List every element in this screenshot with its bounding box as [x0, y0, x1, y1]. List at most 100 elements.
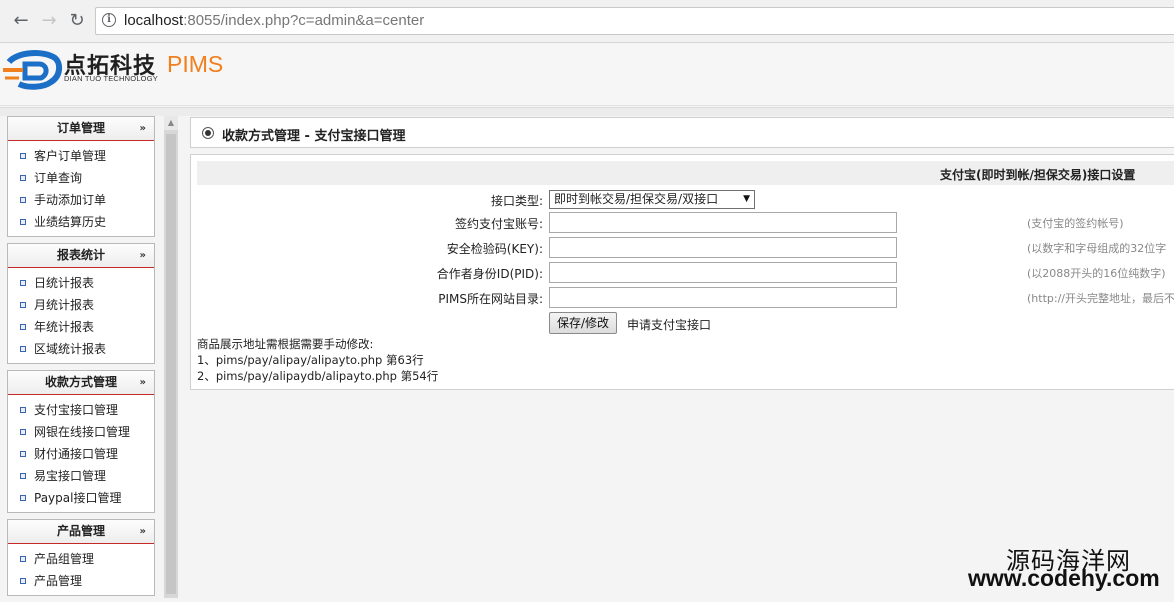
menu-title-payment[interactable]: 收款方式管理 »: [8, 371, 154, 395]
menu-group-payment: 收款方式管理 » 支付宝接口管理 网银在线接口管理 财付通接口管理 易宝接口管理…: [7, 370, 155, 513]
form-row-actions: 保存/修改 申请支付宝接口: [191, 312, 1174, 334]
bullet-icon: [20, 302, 26, 308]
site-dir-hint: (http://开头完整地址，最后不: [1027, 292, 1174, 305]
note-line: 商品展示地址需根据需要手动修改:: [197, 337, 374, 351]
logo-text-en: DIAN TUO TECHNOLOGY: [64, 74, 158, 83]
bullet-icon: [20, 429, 26, 435]
menu-item-label: Paypal接口管理: [34, 491, 122, 505]
note-line: 1、pims/pay/alipay/alipayto.php 第63行: [197, 353, 424, 367]
pid-input[interactable]: [549, 262, 897, 283]
bullet-icon: [20, 346, 26, 352]
scroll-up-icon[interactable]: ▲: [164, 116, 178, 130]
arrow-right-icon[interactable]: →: [37, 9, 61, 33]
menu-title-label: 产品管理: [56, 524, 105, 538]
reload-icon[interactable]: ↻: [65, 9, 89, 33]
section-title: 支付宝(即时到帐/担保交易)接口设置: [940, 168, 1136, 182]
menu-item-alipay[interactable]: 支付宝接口管理: [8, 399, 154, 421]
menu-item-paypal[interactable]: Paypal接口管理: [8, 487, 154, 509]
menu-item-label: 客户订单管理: [34, 149, 107, 163]
form-row-account: 签约支付宝账号: (支付宝的签约帐号): [191, 212, 1174, 234]
menu-title-products[interactable]: 产品管理 »: [8, 520, 154, 544]
menu-item-daily-report[interactable]: 日统计报表: [8, 272, 154, 294]
menu-item-order-query[interactable]: 订单查询: [8, 167, 154, 189]
menu-item-label: 订单查询: [34, 171, 83, 185]
bullet-icon: [20, 556, 26, 562]
menu-item-customer-orders[interactable]: 客户订单管理: [8, 145, 154, 167]
interface-type-select[interactable]: 即时到帐交易/担保交易/双接口 ▼: [549, 190, 755, 209]
menu-group-orders: 订单管理 » 客户订单管理 订单查询 手动添加订单 业绩结算历史: [7, 116, 155, 237]
menu-title-label: 订单管理: [56, 121, 105, 135]
account-hint: (支付宝的签约帐号): [1027, 217, 1124, 230]
collapse-icon[interactable]: »: [140, 244, 146, 267]
menu-item-label: 手动添加订单: [34, 193, 107, 207]
menu-item-region-report[interactable]: 区域统计报表: [8, 338, 154, 360]
sidebar: 订单管理 » 客户订单管理 订单查询 手动添加订单 业绩结算历史 报表统计 » …: [7, 116, 155, 602]
watermark-url: www.codehy.com: [968, 565, 1160, 591]
collapse-icon[interactable]: »: [140, 117, 146, 140]
menu-title-label: 收款方式管理: [44, 375, 117, 389]
menu-group-products: 产品管理 » 产品组管理 产品管理: [7, 519, 155, 596]
sidebar-scrollbar[interactable]: ▲: [164, 116, 178, 598]
menu-group-reports: 报表统计 » 日统计报表 月统计报表 年统计报表 区域统计报表: [7, 243, 155, 364]
collapse-icon[interactable]: »: [140, 371, 146, 394]
bullet-icon: [20, 578, 26, 584]
bullet-icon: [20, 280, 26, 286]
pid-label: 合作者身份ID(PID):: [436, 267, 543, 281]
url-text[interactable]: localhost:8055/index.php?c=admin&a=cente…: [124, 12, 424, 29]
menu-item-yearly-report[interactable]: 年统计报表: [8, 316, 154, 338]
bullet-icon: [20, 324, 26, 330]
form-row-key: 安全检验码(KEY): (以数字和字母组成的32位字: [191, 237, 1174, 259]
menu-title-reports[interactable]: 报表统计 »: [8, 244, 154, 268]
header-divider: [0, 107, 1174, 116]
form-row-pid: 合作者身份ID(PID): (以2088开头的16位纯数字): [191, 262, 1174, 284]
save-button[interactable]: 保存/修改: [549, 312, 618, 334]
site-header: 点拓科技 DIAN TUO TECHNOLOGY PIMS: [0, 43, 1174, 106]
menu-item-label: 产品管理: [34, 574, 83, 588]
arrow-left-icon[interactable]: ←: [9, 9, 33, 33]
browser-toolbar: ← → ↻ i localhost:8055/index.php?c=admin…: [0, 0, 1174, 43]
menu-item-label: 年统计报表: [34, 320, 95, 334]
url-host: localhost: [124, 12, 184, 29]
menu-item-add-order[interactable]: 手动添加订单: [8, 189, 154, 211]
page-title-bar: 收款方式管理 - 支付宝接口管理: [190, 117, 1174, 148]
address-bar[interactable]: i localhost:8055/index.php?c=admin&a=cen…: [95, 7, 1174, 35]
key-input[interactable]: [549, 237, 897, 258]
menu-item-chinabank[interactable]: 网银在线接口管理: [8, 421, 154, 443]
menu-item-label: 支付宝接口管理: [34, 403, 119, 417]
menu-item-label: 月统计报表: [34, 298, 95, 312]
account-input[interactable]: [549, 212, 897, 233]
menu-item-label: 日统计报表: [34, 276, 95, 290]
menu-title-orders[interactable]: 订单管理 »: [8, 117, 154, 141]
menu-item-settlement-history[interactable]: 业绩结算历史: [8, 211, 154, 233]
apply-alipay-link[interactable]: 申请支付宝接口: [627, 316, 711, 333]
menu-item-label: 易宝接口管理: [34, 469, 107, 483]
menu-title-label: 报表统计: [56, 248, 105, 262]
url-path: :8055/index.php?c=admin&a=center: [183, 12, 425, 29]
bullet-icon: [20, 495, 26, 501]
info-icon[interactable]: i: [102, 13, 116, 27]
menu-item-product-groups[interactable]: 产品组管理: [8, 548, 154, 570]
bullet-icon: [20, 197, 26, 203]
logo-product: PIMS: [167, 51, 224, 77]
key-hint: (以数字和字母组成的32位字: [1027, 242, 1167, 255]
bullet-icon: [20, 473, 26, 479]
form-row-interface-type: 接口类型: 即时到帐交易/担保交易/双接口 ▼: [191, 189, 1174, 211]
site-dir-input[interactable]: [549, 287, 897, 308]
menu-item-label: 业绩结算历史: [34, 215, 107, 229]
bullet-icon: [20, 407, 26, 413]
section-header: 支付宝(即时到帐/担保交易)接口设置: [197, 161, 1174, 185]
menu-item-tenpay[interactable]: 财付通接口管理: [8, 443, 154, 465]
key-label: 安全检验码(KEY):: [446, 242, 543, 256]
menu-item-monthly-report[interactable]: 月统计报表: [8, 294, 154, 316]
menu-item-yeepay[interactable]: 易宝接口管理: [8, 465, 154, 487]
menu-item-products[interactable]: 产品管理: [8, 570, 154, 592]
pid-hint: (以2088开头的16位纯数字): [1027, 267, 1166, 280]
menu-item-label: 产品组管理: [34, 552, 95, 566]
scroll-thumb[interactable]: [166, 134, 176, 594]
menu-item-label: 区域统计报表: [34, 342, 107, 356]
menu-item-label: 网银在线接口管理: [34, 425, 131, 439]
menu-item-label: 财付通接口管理: [34, 447, 119, 461]
collapse-icon[interactable]: »: [140, 520, 146, 543]
dropdown-arrow-icon: ▼: [743, 194, 750, 204]
note-line: 2、pims/pay/alipaydb/alipayto.php 第54行: [197, 369, 439, 383]
